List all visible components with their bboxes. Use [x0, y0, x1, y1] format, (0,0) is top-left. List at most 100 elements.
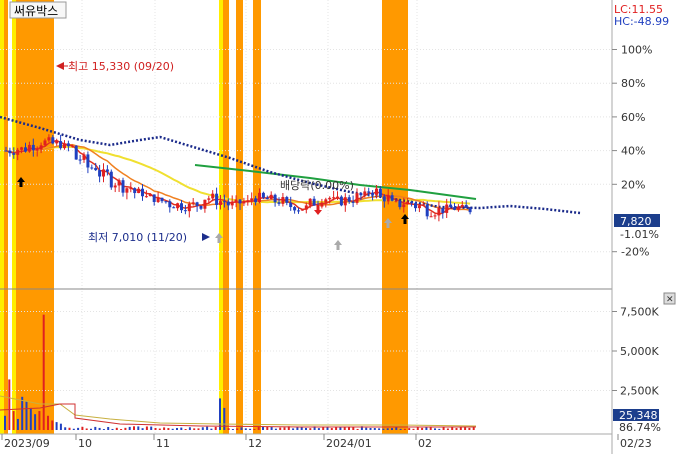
candle-body: [180, 203, 183, 211]
candle-body: [269, 194, 273, 200]
volume-bar: [219, 398, 221, 430]
candle-body: [375, 188, 378, 195]
candle-body: [234, 199, 238, 202]
time-axis-label: 11: [156, 437, 170, 450]
candle-body: [12, 153, 16, 155]
candle-body: [16, 149, 20, 155]
volume-bar: [12, 411, 15, 430]
volume-bar: [446, 428, 449, 430]
candle-body: [98, 170, 102, 177]
volume-bar: [184, 429, 187, 430]
volume-bar: [154, 427, 157, 430]
candle-body: [398, 200, 402, 208]
candle-body: [359, 193, 363, 196]
volume-bar: [47, 415, 49, 430]
volume-bar: [373, 428, 376, 430]
volume-bar: [107, 426, 110, 430]
highlight-band: [236, 0, 243, 434]
time-axis-label: 02: [418, 437, 432, 450]
candle-body: [55, 141, 59, 144]
candle-body: [226, 201, 230, 206]
highlight-band: [223, 0, 229, 434]
volume-bar: [68, 427, 71, 430]
volume-bar: [4, 415, 6, 430]
candle-body: [152, 194, 156, 203]
volume-bar: [335, 427, 338, 430]
volume-bar: [386, 428, 389, 430]
candle-body: [449, 204, 453, 208]
candle-body: [421, 204, 425, 206]
volume-bar: [438, 428, 441, 430]
current-price: 7,820: [620, 215, 652, 228]
time-axis-label: 2023/09: [4, 437, 50, 450]
candle-body: [297, 210, 300, 212]
stock-chart-window: 써유박스 LC:11.55 HC:-48.99 100% 80% 60% 40% 20%…: [0, 0, 677, 454]
candle-body: [90, 167, 94, 169]
candle-body: [363, 191, 367, 196]
candle-body: [414, 203, 417, 209]
volume-bar: [8, 379, 11, 430]
dividend-annotation: 배당락(0.00%): [280, 179, 354, 192]
candle-body: [125, 188, 129, 193]
volume-bar: [29, 407, 32, 430]
volume-bar: [111, 428, 114, 430]
candle-body: [429, 216, 433, 218]
volume-bar: [442, 427, 445, 430]
price-tick-label: 40%: [621, 145, 645, 158]
candle-body: [343, 197, 347, 206]
candle-body: [20, 147, 24, 150]
volume-bar: [141, 428, 144, 430]
volume-bar: [59, 423, 62, 430]
candle-body: [117, 180, 121, 186]
volume-bar: [158, 428, 161, 430]
candle-body: [219, 201, 222, 205]
candle-body: [105, 169, 109, 172]
candle-body: [195, 202, 199, 206]
volume-bar: [124, 427, 127, 430]
chart-canvas[interactable]: 써유박스 LC:11.55 HC:-48.99 100%80%60%40%20%…: [0, 0, 677, 454]
volume-bar: [94, 426, 97, 430]
candle-body: [238, 199, 242, 204]
candle-body: [199, 205, 203, 209]
candle-body: [144, 196, 148, 198]
volume-bar: [25, 401, 28, 430]
candle-body: [148, 194, 152, 197]
candle-body: [378, 188, 382, 197]
candle-body: [371, 192, 375, 195]
volume-bar: [115, 427, 118, 430]
candle-body: [456, 206, 460, 210]
candle-body: [187, 203, 191, 212]
volume-bar: [231, 429, 234, 430]
volume-bar: [249, 428, 252, 430]
volume-bar: [421, 427, 424, 430]
candle-body: [160, 197, 164, 202]
candle-body: [24, 147, 27, 152]
price-tick-label: 80%: [621, 77, 645, 90]
candle-body: [82, 154, 86, 160]
volume-bar: [455, 428, 458, 430]
candle-body: [265, 197, 269, 200]
volume-bar: [395, 427, 398, 430]
candle-body: [406, 201, 410, 205]
candle-body: [133, 188, 137, 194]
candle-body: [39, 145, 43, 150]
volume-bar: [197, 428, 200, 430]
stock-name: 써유박스: [14, 4, 58, 18]
volume-bar: [90, 428, 92, 430]
candle-body: [437, 207, 441, 216]
candle-body: [273, 194, 277, 203]
candle-body: [8, 150, 12, 154]
highlight-band: [0, 0, 4, 434]
candle-body: [94, 167, 98, 171]
volume-bar: [408, 428, 411, 430]
volume-bar: [176, 427, 178, 430]
candle-body: [339, 196, 343, 206]
current-change: -1.01%: [620, 228, 659, 241]
volume-bar: [85, 428, 88, 430]
volume-bar: [55, 422, 58, 430]
candle-body: [332, 197, 336, 199]
volume-bar: [171, 428, 174, 430]
candle-body: [300, 209, 304, 211]
volume-bar: [399, 428, 402, 430]
candle-body: [367, 191, 371, 193]
